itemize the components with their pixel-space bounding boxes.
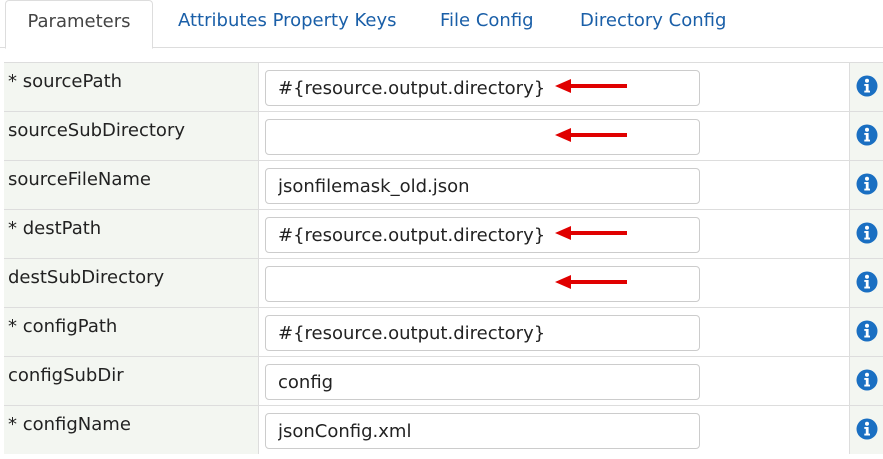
info-icon[interactable] [856,75,878,97]
param-label: * sourcePath [4,63,259,111]
param-row: sourceFileName [4,160,883,209]
param-row: destSubDirectory [4,258,883,307]
info-icon[interactable] [856,369,878,391]
red-arrow-icon [555,79,627,93]
info-icon[interactable] [856,418,878,440]
tab-attributes-property-keys[interactable]: Attributes Property Keys [178,0,396,48]
param-value-input[interactable] [265,315,700,351]
param-input-cell [259,357,849,405]
param-value-input[interactable] [265,168,700,204]
param-value-input[interactable] [265,413,700,449]
param-label: destSubDirectory [4,259,259,307]
red-arrow-icon [555,226,627,240]
param-row: sourceSubDirectory [4,111,883,160]
param-value-input[interactable] [265,217,700,253]
param-input-cell [259,210,849,258]
param-label: configSubDir [4,357,259,405]
info-icon[interactable] [856,320,878,342]
param-input-cell [259,112,849,160]
param-value-input[interactable] [265,364,700,400]
param-value-input[interactable] [265,70,700,106]
info-cell [849,259,883,307]
red-arrow-icon [555,275,627,289]
param-input-cell [259,161,849,209]
param-label: sourceSubDirectory [4,112,259,160]
param-label: * destPath [4,210,259,258]
param-input-cell [259,308,849,356]
info-cell [849,406,883,454]
info-icon[interactable] [856,222,878,244]
param-input-cell [259,63,849,111]
param-label: * configName [4,406,259,454]
param-row: * destPath [4,209,883,258]
param-value-input[interactable] [265,119,700,155]
info-cell [849,161,883,209]
param-row: * configName [4,405,883,454]
param-label: sourceFileName [4,161,259,209]
info-cell [849,210,883,258]
tab-bar: Parameters Attributes Property Keys File… [0,0,883,49]
tab-parameters[interactable]: Parameters [5,0,153,49]
info-cell [849,112,883,160]
tab-directory-config[interactable]: Directory Config [580,0,726,48]
info-icon[interactable] [856,173,878,195]
info-cell [849,63,883,111]
tab-file-config[interactable]: File Config [440,0,534,48]
param-row: * sourcePath [4,62,883,111]
param-row: * configPath [4,307,883,356]
red-arrow-icon [555,128,627,142]
info-icon[interactable] [856,271,878,293]
parameters-grid: * sourcePath sourceSubDirectory [4,62,883,459]
info-cell [849,357,883,405]
param-value-input[interactable] [265,266,700,302]
info-icon[interactable] [856,124,878,146]
info-cell [849,308,883,356]
param-row: configSubDir [4,356,883,405]
param-input-cell [259,259,849,307]
param-input-cell [259,406,849,454]
param-label: * configPath [4,308,259,356]
